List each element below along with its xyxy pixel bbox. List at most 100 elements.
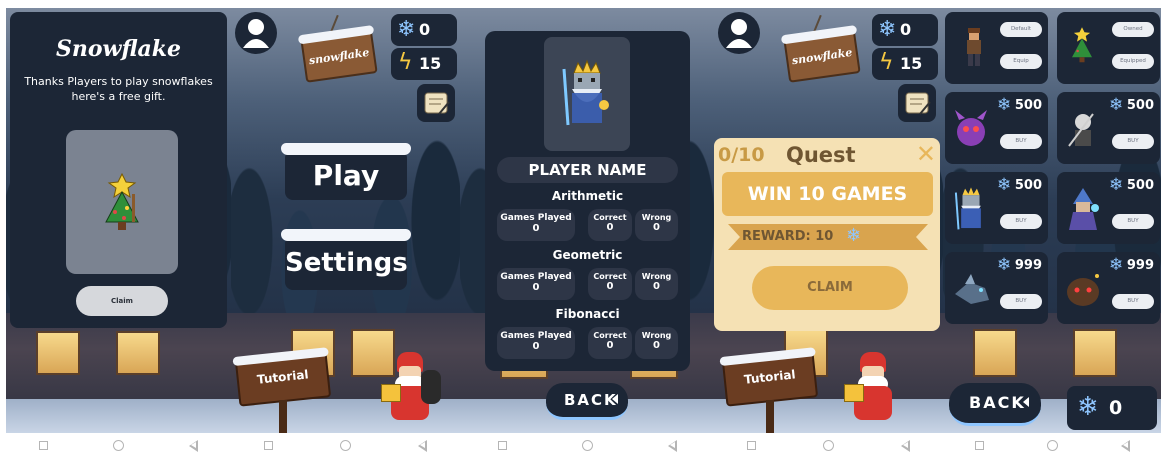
item-price: 500	[1014, 178, 1042, 193]
correct-label: Correct	[593, 331, 627, 340]
back-arrow-icon	[612, 394, 618, 404]
correct-value: 0	[606, 222, 614, 233]
quest-button[interactable]	[898, 84, 936, 122]
lightning-icon: ϟ	[398, 50, 413, 75]
quest-title: Quest	[786, 143, 856, 167]
claim-button[interactable]: Claim	[76, 286, 168, 316]
home-icon[interactable]	[339, 440, 351, 451]
santa-decoration	[844, 346, 904, 426]
snowflake-icon: ❄	[997, 255, 1012, 275]
profile-button[interactable]	[235, 12, 277, 54]
back-button[interactable]: BACK	[949, 383, 1041, 426]
equipped-button[interactable]: Equipped	[1112, 54, 1154, 69]
back-nav-icon[interactable]	[417, 439, 427, 452]
shop-item-dark-beast[interactable]: ❄ 999 BUY	[1057, 252, 1160, 324]
play-button[interactable]: Play	[281, 143, 411, 200]
item-price: 999	[1014, 258, 1042, 273]
buy-button[interactable]: BUY	[1112, 134, 1154, 149]
settings-button[interactable]: Settings	[281, 229, 411, 290]
user-icon	[243, 19, 269, 48]
system-nav-bar	[231, 433, 460, 458]
back-nav-icon[interactable]	[900, 439, 910, 452]
wrong-value: 0	[653, 222, 660, 233]
wrong-stat: Wrong 0	[635, 209, 678, 241]
quest-close-button[interactable]: ✕	[916, 140, 936, 168]
snowflake-icon: ❄	[997, 95, 1012, 115]
profile-card: PLAYER NAME Arithmetic Games Played 0 Co…	[485, 31, 690, 371]
recents-icon[interactable]	[264, 441, 274, 450]
shop-item-ice-wizard[interactable]: ❄ 500 BUY	[1057, 172, 1160, 244]
back-button[interactable]: BACK	[546, 383, 628, 420]
santa-decoration	[381, 346, 441, 426]
player-name-bar: PLAYER NAME	[497, 157, 678, 183]
quest-claim-label: CLAIM	[807, 280, 853, 295]
item-price: 500	[1014, 98, 1042, 113]
buy-button[interactable]: BUY	[1000, 134, 1042, 149]
system-nav-bar	[714, 433, 943, 458]
settings-label: Settings	[285, 248, 408, 278]
section-title-fibonacci: Fibonacci	[555, 307, 620, 321]
energy-count: 15	[419, 54, 442, 73]
quest-button[interactable]	[417, 84, 455, 122]
wrong-value: 0	[653, 340, 660, 351]
games-played-label: Games Played	[500, 213, 572, 223]
wrong-label: Wrong	[641, 213, 672, 222]
back-nav-icon[interactable]	[189, 439, 199, 452]
back-nav-icon[interactable]	[667, 439, 677, 452]
tutorial-sign[interactable]: Tutorial	[719, 347, 819, 407]
recents-icon[interactable]	[497, 441, 507, 450]
correct-label: Correct	[593, 272, 627, 281]
shop-item-ice-dragon[interactable]: ❄ 999 BUY	[945, 252, 1048, 324]
home-icon[interactable]	[581, 440, 593, 451]
correct-stat: Correct 0	[588, 327, 632, 359]
shop-item-default-character[interactable]: Default Equip	[945, 12, 1048, 84]
snowflake-count: 0	[419, 20, 431, 39]
back-nav-icon[interactable]	[1120, 439, 1130, 452]
dark-beast-sprite-icon	[1067, 274, 1099, 306]
buy-button[interactable]: BUY	[1000, 214, 1042, 229]
shop-item-skeleton-knight[interactable]: ❄ 500 BUY	[1057, 92, 1160, 164]
gift-image-box	[66, 130, 178, 274]
shop-item-ice-king[interactable]: ❄ 500 BUY	[945, 172, 1048, 244]
snowflake-balance: ❄ 0	[1067, 386, 1157, 430]
owned-label: Owned	[1112, 22, 1154, 37]
section-title-geometric: Geometric	[552, 248, 623, 262]
snowflake-icon: ❄	[846, 225, 862, 246]
item-price: 500	[1126, 178, 1154, 193]
ice-king-avatar-icon	[562, 59, 609, 126]
games-played-label: Games Played	[500, 272, 572, 282]
gift-screen: Snowflake Thanks Players to play snowfla…	[6, 8, 231, 433]
home-icon[interactable]	[822, 440, 834, 451]
play-label: Play	[312, 159, 380, 192]
lightning-icon: ϟ	[879, 50, 894, 75]
default-label: Default	[1000, 22, 1042, 37]
shop-item-star-tree[interactable]: Owned Equipped	[1057, 12, 1160, 84]
energy-count: 15	[900, 54, 923, 73]
gift-dialog: Snowflake Thanks Players to play snowfla…	[10, 12, 227, 328]
shop-item-purple-monster[interactable]: ❄ 500 BUY	[945, 92, 1048, 164]
home-icon[interactable]	[1046, 440, 1058, 451]
quest-claim-button[interactable]: CLAIM	[752, 266, 908, 310]
quest-dialog: 0/10 Quest ✕ WIN 10 GAMES REWARD: 10 ❄ C…	[714, 138, 940, 331]
buy-button[interactable]: BUY	[1000, 294, 1042, 309]
scroll-icon	[424, 92, 450, 115]
system-nav-bar	[460, 433, 714, 458]
snowflake-icon: ❄	[397, 17, 416, 42]
section-title-arithmetic: Arithmetic	[551, 189, 624, 203]
buy-button[interactable]: BUY	[1112, 214, 1154, 229]
recents-icon[interactable]	[747, 441, 757, 450]
star-tree-sprite-icon	[1072, 27, 1092, 63]
tutorial-sign[interactable]: Tutorial	[232, 347, 332, 407]
recents-icon[interactable]	[38, 441, 48, 450]
home-icon[interactable]	[112, 440, 124, 451]
background-house	[6, 313, 231, 433]
recents-icon[interactable]	[974, 441, 984, 450]
equip-button[interactable]: Equip	[1000, 54, 1042, 69]
profile-button[interactable]	[718, 12, 760, 54]
buy-button[interactable]: BUY	[1112, 294, 1154, 309]
shop-screen: Default Equip Owned Equipped ❄ 500 BUY ❄…	[943, 8, 1161, 433]
snowflake-icon: ❄	[878, 17, 897, 42]
snowflake-icon: ❄	[1109, 255, 1124, 275]
games-played-value: 0	[532, 282, 540, 293]
purple-monster-sprite-icon	[955, 110, 987, 146]
